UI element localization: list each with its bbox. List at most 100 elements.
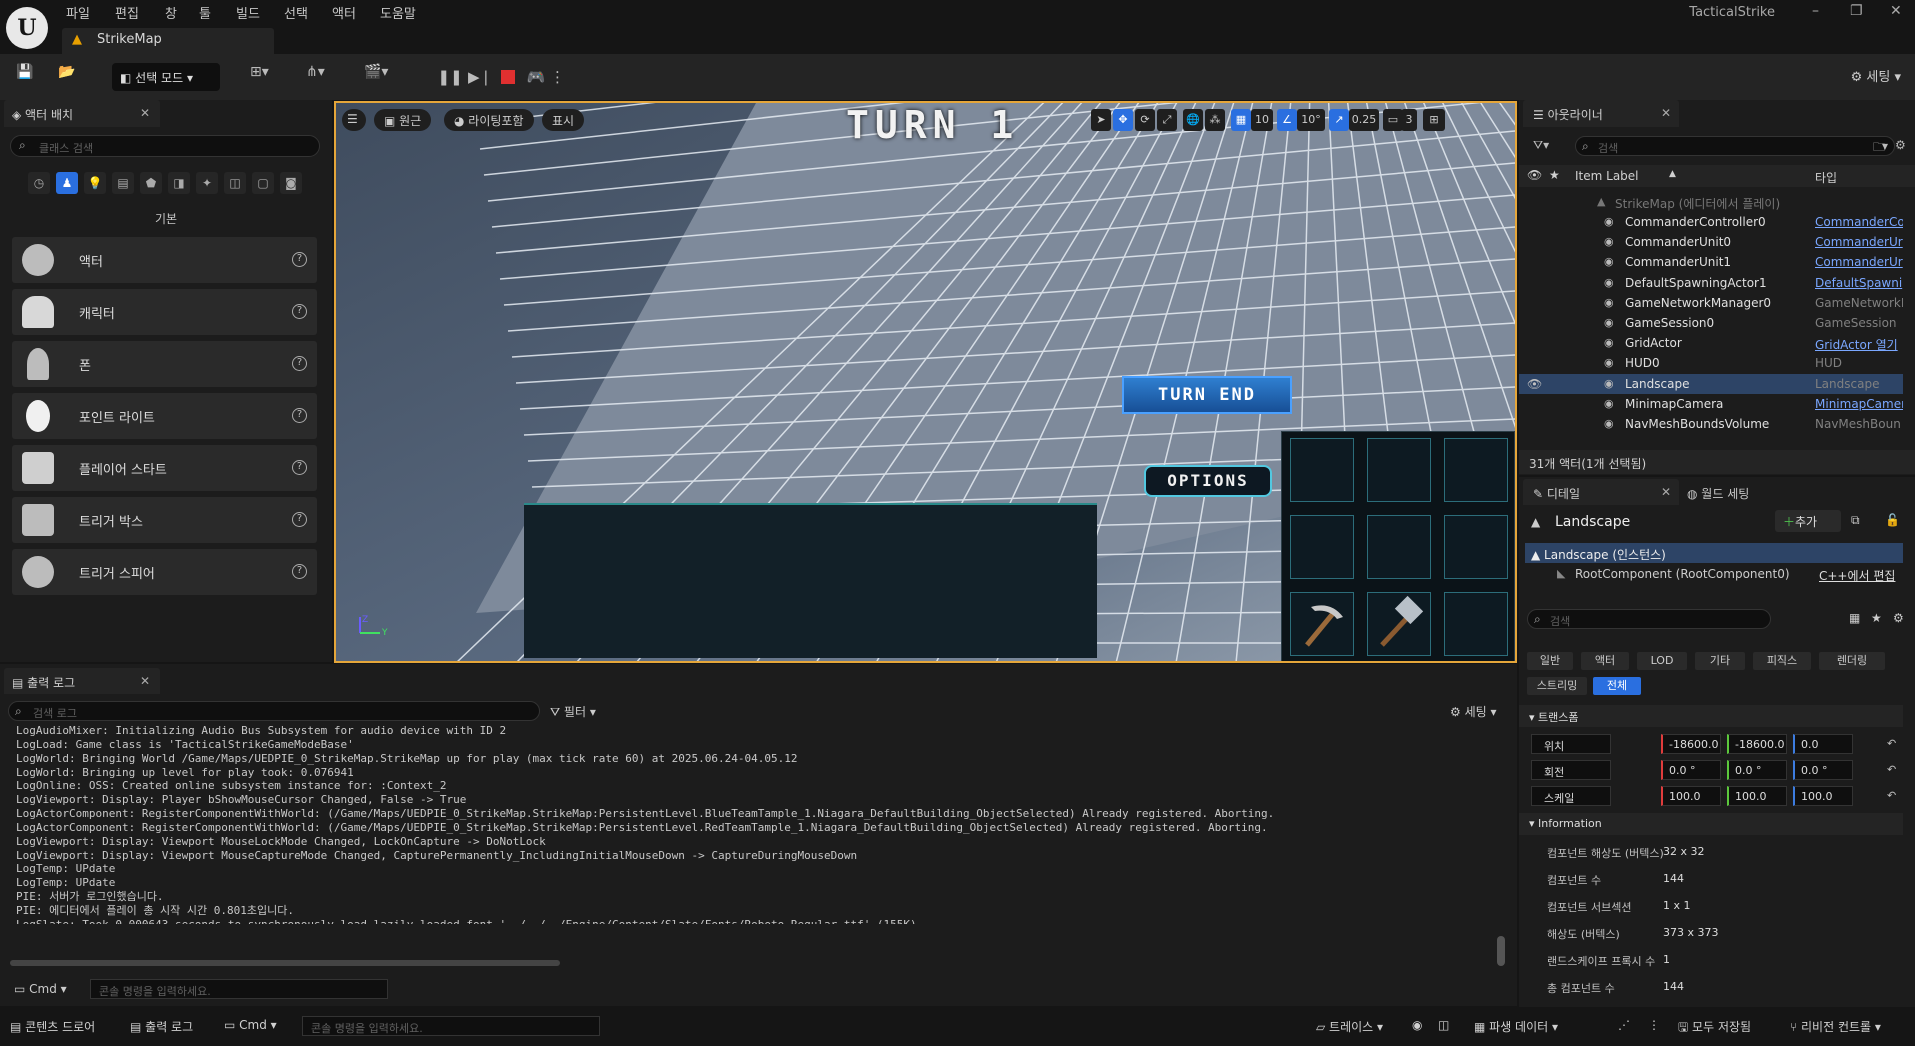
rotation-snap-icon[interactable]: ∠	[1277, 109, 1297, 131]
add-component-button[interactable]: ＋추가	[1775, 510, 1841, 532]
possess-button[interactable]: 🎮	[522, 64, 550, 90]
inventory-slot[interactable]	[1367, 592, 1431, 656]
outliner-row[interactable]: ◉ MinimapCamera MinimapCamer	[1519, 394, 1903, 414]
z-field[interactable]: 0.0	[1793, 734, 1853, 754]
reset-icon[interactable]: ↶	[1887, 789, 1896, 802]
tab-output-log[interactable]: ▤ 출력 로그	[4, 668, 160, 694]
close-tab-icon[interactable]: ✕	[140, 674, 150, 688]
filter-lod[interactable]: LOD	[1637, 652, 1687, 670]
content-drawer-button[interactable]: ▤ 콘텐츠 드로어	[10, 1018, 95, 1035]
grid-snap-value[interactable]: 10	[1251, 109, 1273, 131]
menu-edit[interactable]: 편집	[115, 3, 139, 22]
component-instance-row[interactable]: ▲ Landscape (인스턴스)	[1525, 543, 1903, 563]
filter-physics[interactable]: 피직스	[1753, 652, 1811, 670]
y-field[interactable]: 100.0	[1727, 786, 1787, 806]
world-space-icon[interactable]: 🌐	[1183, 109, 1203, 131]
close-icon[interactable]: ✕	[1890, 3, 1902, 19]
menu-select[interactable]: 선택	[284, 3, 308, 22]
table-view-icon[interactable]: ▦	[1849, 611, 1860, 625]
all-classes-icon[interactable]: ◫	[224, 172, 246, 194]
menu-actor[interactable]: 액터	[332, 3, 356, 22]
transform-mode-select[interactable]: 스케일	[1531, 786, 1611, 806]
revision-control-button[interactable]: ⑂ 리비전 컨트롤 ▾	[1790, 1018, 1881, 1035]
place-item-character[interactable]: 캐릭터 ?	[12, 289, 317, 335]
class-search-input[interactable]: ⌕ 클래스 검색	[10, 135, 320, 157]
scale-snap-value[interactable]: 0.25	[1349, 109, 1379, 131]
help-icon[interactable]: ?	[292, 564, 307, 579]
row-type[interactable]: CommanderCo	[1815, 215, 1903, 229]
scale-icon[interactable]: ⤢	[1157, 109, 1177, 131]
add-actor-icon[interactable]: ⊞▾	[250, 64, 269, 90]
help-icon[interactable]: ?	[292, 356, 307, 371]
edit-in-cpp-link[interactable]: C++에서 편집	[1819, 567, 1895, 584]
move-icon[interactable]: ✥	[1113, 109, 1133, 131]
perspective-button[interactable]: ▣ 원근	[374, 109, 432, 131]
place-item-trigger-box[interactable]: 트리거 박스 ?	[12, 497, 317, 543]
lights-icon[interactable]: 💡	[84, 172, 106, 194]
help-icon[interactable]: ?	[292, 252, 307, 267]
menu-help[interactable]: 도움말	[380, 3, 416, 22]
screenshot-icon[interactable]: ◫	[1438, 1018, 1449, 1032]
geometry-icon[interactable]: ◨	[168, 172, 190, 194]
tab-details[interactable]: ✎ 디테일	[1523, 479, 1679, 505]
x-field[interactable]: 0.0 °	[1661, 760, 1721, 780]
y-field[interactable]: 0.0 °	[1727, 760, 1787, 780]
minimize-icon[interactable]: –	[1812, 3, 1819, 19]
outliner-root[interactable]: ▲ StrikeMap (에디터에서 플레이)	[1519, 192, 1903, 212]
recent-icon[interactable]: ◷	[28, 172, 50, 194]
inventory-slot[interactable]	[1290, 438, 1354, 502]
lit-mode-button[interactable]: ◕ 라이팅포함	[444, 109, 534, 131]
play-options-icon[interactable]: ⋮	[550, 64, 565, 90]
place-item-actor[interactable]: 액터 ?	[12, 237, 317, 283]
outliner-row[interactable]: ◉ GameNetworkManager0 GameNetworkI	[1519, 293, 1903, 313]
surface-snap-icon[interactable]: ⁂	[1205, 109, 1225, 131]
row-type[interactable]: DefaultSpawni	[1815, 276, 1903, 290]
inventory-slot[interactable]	[1444, 515, 1508, 579]
close-tab-icon[interactable]: ✕	[1661, 485, 1671, 499]
maximize-viewport-icon[interactable]: ⊞	[1423, 109, 1445, 131]
transform-mode-select[interactable]: 회전	[1531, 760, 1611, 780]
help-icon[interactable]: ?	[292, 512, 307, 527]
information-header[interactable]: ▾ Information	[1519, 813, 1903, 835]
lock-icon[interactable]: 🔓	[1885, 513, 1900, 527]
row-type[interactable]: CommanderUr	[1815, 235, 1903, 249]
z-field[interactable]: 100.0	[1793, 786, 1853, 806]
tab-world-settings[interactable]: ◍ 월드 세팅	[1687, 485, 1749, 502]
rotate-icon[interactable]: ⟳	[1135, 109, 1155, 131]
log-scrollbar[interactable]	[1497, 936, 1505, 966]
inventory-slot[interactable]	[1444, 592, 1508, 656]
row-type[interactable]: CommanderUr	[1815, 255, 1903, 269]
close-tab-icon[interactable]: ✕	[140, 106, 150, 120]
row-type[interactable]: MinimapCamer	[1815, 397, 1903, 411]
outliner-row[interactable]: ◉ CommanderUnit0 CommanderUr	[1519, 232, 1903, 252]
reset-icon[interactable]: ↶	[1887, 763, 1896, 776]
save-icon[interactable]: 💾	[16, 64, 33, 90]
status-console-input[interactable]: 콘솔 명령을 입력하세요.	[302, 1016, 600, 1036]
cinematics-icon[interactable]: 🎬▾	[364, 64, 388, 90]
filter-button[interactable]: ⛛ 필터 ▾	[550, 703, 596, 720]
output-log-button[interactable]: ▤ 출력 로그	[130, 1018, 193, 1035]
log-h-scrollbar[interactable]	[10, 960, 560, 966]
root-component[interactable]: RootComponent (RootComponent0)	[1575, 567, 1790, 581]
eye-icon[interactable]: 👁	[1527, 168, 1542, 182]
outliner-row[interactable]: ◉ GridActor GridActor 열기	[1519, 333, 1903, 353]
blueprint-convert-icon[interactable]: ⧉	[1851, 513, 1860, 528]
menu-window[interactable]: 창	[165, 3, 177, 22]
activity-icon[interactable]: ⋰	[1618, 1018, 1630, 1032]
filter-misc[interactable]: 기타	[1695, 652, 1745, 670]
outliner-row[interactable]: ◉ DefaultSpawningActor1 DefaultSpawni	[1519, 273, 1903, 293]
outliner-search-input[interactable]: ⌕ 검색 ▾	[1575, 136, 1895, 156]
visibility-icon[interactable]: 👁	[1527, 377, 1542, 391]
console-input[interactable]: 콘솔 명령을 입력하세요.	[90, 979, 388, 999]
outliner-row[interactable]: ◉ GameSession0 GameSession	[1519, 313, 1903, 333]
menu-tools[interactable]: 툴	[199, 3, 211, 22]
cmd-selector[interactable]: ▭ Cmd ▾	[224, 1018, 277, 1032]
log-settings-button[interactable]: ⚙ 세팅 ▾	[1450, 703, 1497, 720]
outliner-row[interactable]: ◉ NavMeshBoundsVolume NavMeshBoun	[1519, 414, 1903, 434]
close-tab-icon[interactable]: ✕	[1661, 106, 1671, 120]
filter-icon[interactable]: ⛛▾	[1533, 138, 1549, 153]
tab-outliner[interactable]: ☰ 아웃라이너	[1523, 100, 1679, 127]
map-tab[interactable]: ▲ StrikeMap	[62, 28, 274, 54]
transform-mode-select[interactable]: 위치	[1531, 734, 1611, 754]
x-field[interactable]: 100.0	[1661, 786, 1721, 806]
